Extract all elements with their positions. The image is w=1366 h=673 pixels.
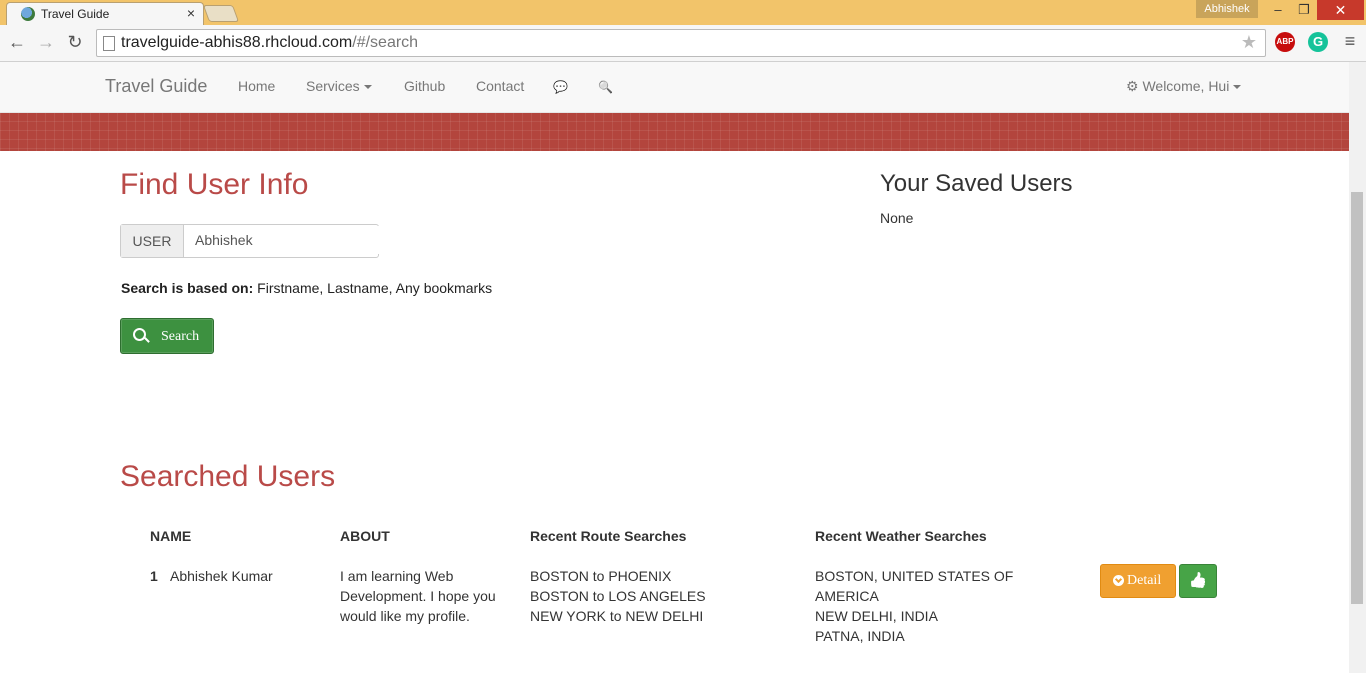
minimize-icon[interactable]: – [1265,0,1291,20]
user-addon-label: USER [121,225,184,257]
gear-icon: ⚙ [1126,78,1139,94]
caret-down-icon [363,85,372,90]
nav-home[interactable]: Home [238,78,275,94]
page-icon [103,36,115,51]
url-text[interactable]: travelguide-abhis88.rhcloud.com/#/search [121,34,418,52]
header-routes: Recent Route Searches [530,528,687,544]
page-scrollbar[interactable] [1349,62,1366,673]
like-button[interactable]: 👍 [1179,564,1217,598]
profile-name[interactable]: Abhishek [1196,0,1258,18]
weather-item: AMERICA [815,588,879,604]
search-basis-text: Search is based on: Firstname, Lastname,… [121,280,492,296]
search-icon[interactable]: 🔍 [598,80,613,94]
detail-button[interactable]: Detail [1100,564,1176,598]
user-name: Abhishek Kumar [170,568,273,584]
new-tab-button[interactable] [202,5,240,22]
searched-users-title: Searched Users [120,460,336,493]
chevron-circle-down-icon [1113,575,1124,586]
decorative-banner [0,113,1349,151]
saved-users-value: None [880,210,914,226]
site-navbar: Travel Guide Home Services Github Contac… [0,62,1349,113]
browser-toolbar: ← → ↻ travelguide-abhis88.rhcloud.com/#/… [0,25,1366,62]
navbar-brand[interactable]: Travel Guide [105,76,207,97]
globe-favicon-icon [21,7,35,21]
reload-icon[interactable]: ↻ [64,31,86,53]
browser-tab[interactable]: Travel Guide × [6,2,204,26]
url-path: /#/search [352,34,419,51]
back-arrow-icon[interactable]: ← [6,31,28,53]
bookmark-star-icon[interactable]: ★ [1241,32,1257,53]
user-search-input[interactable] [185,226,381,254]
find-user-title: Find User Info [120,168,309,201]
user-weather: BOSTON, UNITED STATES OF AMERICA NEW DEL… [815,566,1013,646]
restore-icon[interactable]: ❐ [1291,0,1317,20]
about-line: would like my profile. [340,608,470,624]
about-line: I am learning Web [340,568,454,584]
page-viewport: Travel Guide Home Services Github Contac… [0,62,1349,673]
window-close-icon[interactable]: ✕ [1317,0,1364,20]
header-about: ABOUT [340,528,390,544]
weather-item: BOSTON, UNITED STATES OF [815,568,1014,584]
chat-icon[interactable]: 💬 [553,80,568,94]
search-button[interactable]: Search [120,318,214,354]
route-item: NEW YORK to NEW DELHI [530,608,704,624]
search-button-label: Search [161,329,200,344]
scrollbar-thumb[interactable] [1351,192,1363,604]
welcome-dropdown[interactable]: ⚙ Welcome, Hui [1126,78,1242,95]
route-item: BOSTON to PHOENIX [530,568,672,584]
adblock-plus-icon[interactable]: ABP [1275,32,1295,52]
nav-services[interactable]: Services [306,78,372,94]
window-title-bar: Travel Guide × Abhishek – ❐ ✕ [0,0,1366,26]
row-index: 1 [150,568,158,584]
browser-menu-icon[interactable]: ≡ [1340,31,1360,51]
weather-item: NEW DELHI, INDIA [815,608,938,624]
header-name: NAME [150,528,192,544]
forward-arrow-icon[interactable]: → [35,31,57,53]
route-item: BOSTON to LOS ANGELES [530,588,706,604]
user-about: I am learning Web Development. I hope yo… [340,566,496,626]
address-bar[interactable]: travelguide-abhis88.rhcloud.com/#/search… [96,29,1266,57]
nav-services-label: Services [306,78,360,94]
detail-button-label: Detail [1127,573,1162,588]
user-input-group: USER [120,224,381,258]
about-line: Development. I hope you [340,588,496,604]
thumbs-up-icon: 👍 [1188,572,1208,589]
url-host: travelguide-abhis88.rhcloud.com [121,34,353,51]
user-routes: BOSTON to PHOENIX BOSTON to LOS ANGELES … [530,566,706,626]
tab-close-icon[interactable]: × [187,5,195,21]
weather-item: PATNA, INDIA [815,628,905,644]
grammarly-icon[interactable]: G [1308,32,1328,52]
magnifier-icon [133,328,146,341]
nav-github[interactable]: Github [404,78,445,94]
search-basis-label: Search is based on: [121,280,254,296]
search-basis-fields: Firstname, Lastname, Any bookmarks [257,280,493,296]
header-weather: Recent Weather Searches [815,528,987,544]
welcome-label: Welcome, Hui [1142,78,1230,94]
saved-users-title: Your Saved Users [880,170,1073,197]
nav-contact[interactable]: Contact [476,78,524,94]
tab-title: Travel Guide [41,7,110,21]
caret-down-icon [1233,85,1242,90]
